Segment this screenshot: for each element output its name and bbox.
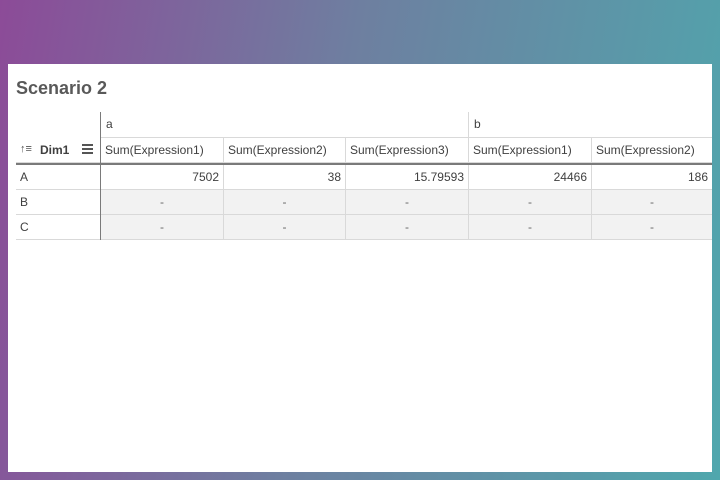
- table-cell[interactable]: -: [101, 190, 224, 215]
- table-cell[interactable]: -: [101, 215, 224, 240]
- table-cell[interactable]: 38: [224, 165, 346, 190]
- table-cell[interactable]: 24466: [469, 165, 592, 190]
- table-cell[interactable]: -: [346, 190, 469, 215]
- table-cell[interactable]: -: [346, 215, 469, 240]
- row-label[interactable]: A: [16, 165, 100, 190]
- table-cell[interactable]: 15.79593: [346, 165, 469, 190]
- measure-header[interactable]: Sum(Expression1): [101, 137, 224, 163]
- table-cell[interactable]: -: [469, 190, 592, 215]
- chart-title: Scenario 2: [16, 78, 108, 98]
- table-cell[interactable]: -: [592, 215, 712, 240]
- table-cell[interactable]: -: [224, 190, 346, 215]
- table-cell[interactable]: 7502: [101, 165, 224, 190]
- measure-header[interactable]: Sum(Expression2): [592, 137, 712, 163]
- measure-header[interactable]: Sum(Expression2): [224, 137, 346, 163]
- table-cell[interactable]: -: [592, 190, 712, 215]
- pivot-table: a b ↑≡ Dim1 Sum(Expression1) Sum(Express…: [16, 112, 712, 240]
- measure-header[interactable]: Sum(Expression3): [346, 137, 469, 163]
- hamburger-menu-icon[interactable]: [82, 144, 93, 154]
- column-group-header-b[interactable]: b: [469, 112, 712, 137]
- dimension-label: Dim1: [40, 143, 70, 157]
- row-label[interactable]: C: [16, 215, 100, 240]
- row-label[interactable]: B: [16, 190, 100, 215]
- table-cell[interactable]: 186: [592, 165, 712, 190]
- table-cell[interactable]: -: [224, 215, 346, 240]
- table-cell[interactable]: -: [469, 215, 592, 240]
- column-group-header-a[interactable]: a: [101, 112, 469, 137]
- dimension-header[interactable]: ↑≡ Dim1: [16, 137, 100, 163]
- pivot-table-card: Scenario 2 a b ↑≡ Dim1 Sum(Expression1) …: [8, 64, 712, 472]
- row-header-border: [100, 112, 101, 240]
- sort-ascending-icon[interactable]: ↑≡: [20, 143, 32, 155]
- measure-header[interactable]: Sum(Expression1): [469, 137, 592, 163]
